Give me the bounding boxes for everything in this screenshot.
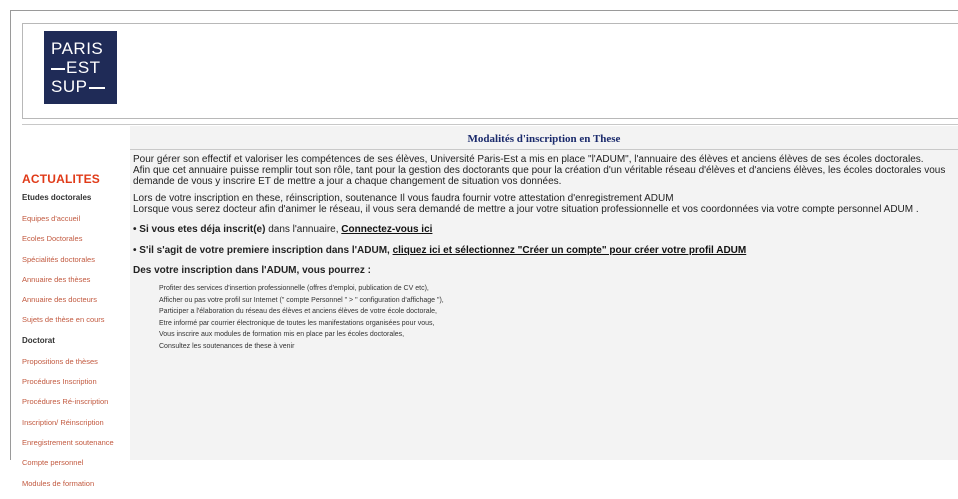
sidebar-section-etudes: Etudes doctorales bbox=[22, 193, 92, 202]
logo-dash-icon bbox=[89, 86, 106, 89]
header-banner bbox=[22, 23, 958, 119]
benefits-heading: Des votre inscription dans l'ADUM, vous … bbox=[133, 265, 371, 276]
logo-line-1: PARIS bbox=[51, 39, 104, 58]
logo-line-3: SUP bbox=[51, 77, 88, 96]
sidebar: ACTUALITES Etudes doctorales Equipes d'a… bbox=[22, 172, 128, 499]
info-line: Lors de votre inscription en these, réin… bbox=[133, 193, 674, 204]
intro-line: Pour gérer son effectif et valoriser les… bbox=[133, 154, 924, 165]
create-account-link[interactable]: cliquez ici et sélectionnez "Créer un co… bbox=[393, 245, 747, 256]
benefit-item: Vous inscrire aux modules de formation m… bbox=[159, 331, 405, 338]
already-registered-label: • Si vous etes déja inscrit(e) bbox=[133, 224, 266, 235]
logo-line-2: EST bbox=[66, 58, 101, 77]
sidebar-item-specialites[interactable]: Spécialités doctorales bbox=[22, 255, 128, 275]
header-divider bbox=[22, 124, 958, 125]
already-registered-line: • Si vous etes déja inscrit(e) dans l'an… bbox=[133, 224, 958, 235]
login-link[interactable]: Connectez-vous ici bbox=[341, 224, 432, 235]
intro-line: demande de vous y inscrire ET de mettre … bbox=[133, 176, 562, 187]
sidebar-item-soutenance[interactable]: Enregistrement soutenance bbox=[22, 438, 128, 458]
already-registered-text: dans l'annuaire, bbox=[265, 224, 342, 235]
sidebar-item-annuaire-theses[interactable]: Annuaire des thèses bbox=[22, 275, 128, 295]
benefit-item: Participer a l'élaboration du réseau des… bbox=[159, 308, 438, 315]
page-title: Modalités d'inscription en These bbox=[467, 133, 621, 145]
sidebar-item-propositions[interactable]: Propositions de thèses bbox=[22, 357, 128, 377]
first-registration-line: • S'il s'agit de votre premiere inscript… bbox=[133, 245, 958, 256]
benefit-item: Etre informé par courrier électronique d… bbox=[159, 319, 435, 327]
title-divider bbox=[130, 149, 958, 150]
info-line: Lorsque vous serez docteur afin d'animer… bbox=[133, 204, 919, 215]
benefit-item: Consultez les soutenances de these à ven… bbox=[159, 342, 295, 350]
sidebar-item-annuaire-docteurs[interactable]: Annuaire des docteurs bbox=[22, 295, 128, 315]
first-registration-label: • S'il s'agit de votre premiere inscript… bbox=[133, 245, 393, 256]
benefit-item: Afficher ou pas votre profil sur Interne… bbox=[159, 296, 444, 304]
sidebar-item-modules[interactable]: Modules de formation bbox=[22, 479, 128, 499]
sidebar-item-equipes[interactable]: Equipes d'accueil bbox=[22, 214, 128, 234]
sidebar-item-inscription[interactable]: Inscription/ Réinscription bbox=[22, 418, 128, 438]
sidebar-heading[interactable]: ACTUALITES bbox=[22, 172, 128, 186]
sidebar-item-compte[interactable]: Compte personnel bbox=[22, 458, 128, 478]
sidebar-item-procedures-inscription[interactable]: Procédures Inscription bbox=[22, 377, 128, 397]
benefit-item: Profiter des services d'insertion profes… bbox=[159, 285, 429, 292]
sidebar-section-doctorat: Doctorat bbox=[22, 335, 55, 345]
logo-dash-icon bbox=[51, 67, 65, 70]
main-content: Pour gérer son effectif et valoriser les… bbox=[133, 154, 958, 352]
sidebar-item-procedures-reinscription[interactable]: Procédures Ré-inscription bbox=[22, 397, 128, 417]
paris-est-sup-logo[interactable]: PARIS EST SUP bbox=[44, 31, 117, 104]
intro-line: Afin que cet annuaire puisse remplir tou… bbox=[133, 165, 946, 176]
sidebar-item-sujets[interactable]: Sujets de thèse en cours bbox=[22, 315, 128, 335]
sidebar-item-ecoles[interactable]: Ecoles Doctorales bbox=[22, 234, 128, 254]
